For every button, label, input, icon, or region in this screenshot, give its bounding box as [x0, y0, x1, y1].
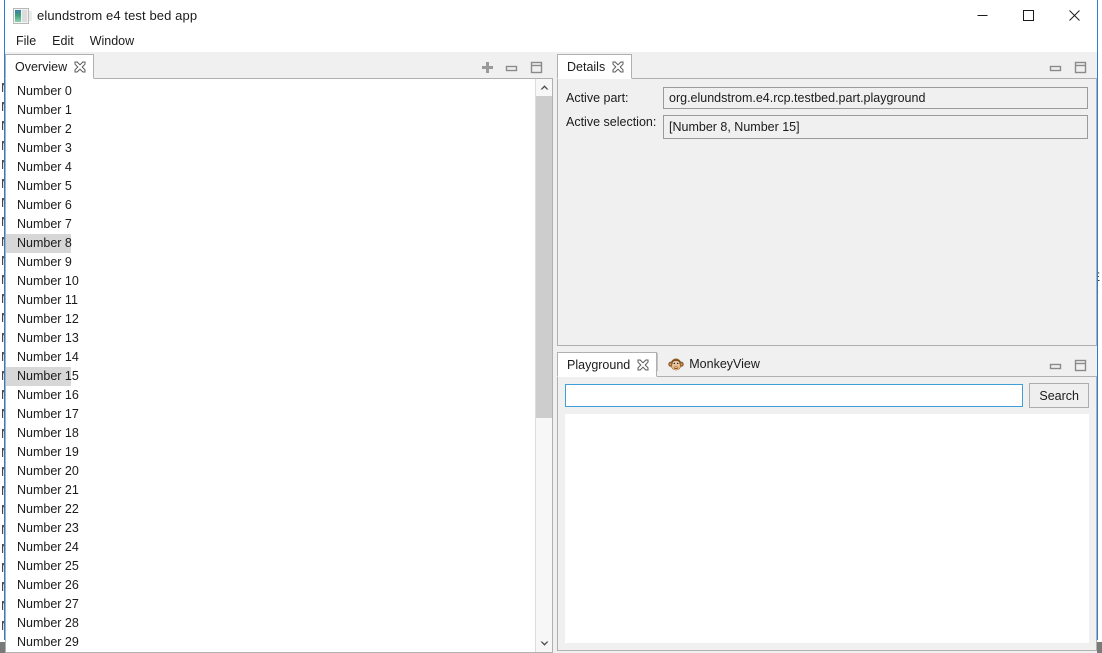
list-item[interactable]: Number 25: [6, 557, 535, 576]
tab-overview[interactable]: Overview: [5, 54, 94, 79]
list-item[interactable]: Number 11: [6, 291, 535, 310]
list-item[interactable]: Number 23: [6, 519, 535, 538]
list-item[interactable]: Number 6: [6, 196, 535, 215]
minimize-view-icon[interactable]: [1049, 62, 1062, 73]
menu-item-file[interactable]: File: [14, 32, 47, 51]
maximize-view-icon[interactable]: [1074, 359, 1087, 372]
details-part-stack: Details: [557, 52, 1097, 346]
active-selection-row: Active selection: [Number 8, Number 15]: [566, 115, 1088, 339]
minimize-view-icon[interactable]: [1049, 360, 1062, 371]
list-item[interactable]: Number 12: [6, 310, 535, 329]
overview-part-stack: Overview: [5, 52, 553, 653]
search-row: Search: [565, 383, 1089, 408]
maximize-view-icon[interactable]: [1074, 61, 1087, 74]
playground-tab-row: Playground: [557, 350, 1097, 377]
window-title: elundstrom e4 test bed app: [37, 8, 197, 23]
tab-monkeyview[interactable]: MonkeyView: [658, 351, 768, 376]
menu-item-edit[interactable]: Edit: [47, 32, 85, 51]
list-item[interactable]: Number 28: [6, 614, 535, 633]
scroll-up-icon: [540, 84, 549, 91]
overview-list[interactable]: Number 0Number 1Number 2Number 3Number 4…: [6, 79, 535, 652]
active-selection-label: Active selection:: [566, 115, 663, 129]
maximize-button[interactable]: [1005, 0, 1051, 31]
application-window-icon: [13, 8, 29, 24]
active-part-label: Active part:: [566, 87, 663, 105]
list-item[interactable]: Number 7: [6, 215, 535, 234]
application-window: elundstrom e4 test bed app File: [4, 0, 1098, 640]
list-item[interactable]: Number 0: [6, 82, 535, 101]
list-item[interactable]: Number 24: [6, 538, 535, 557]
list-item[interactable]: Number 8: [6, 234, 71, 253]
maximize-view-icon[interactable]: [530, 61, 543, 74]
scroll-down-icon: [540, 640, 549, 647]
tab-monkeyview-label: MonkeyView: [689, 357, 760, 371]
active-part-field[interactable]: [663, 87, 1088, 109]
list-item[interactable]: Number 21: [6, 481, 535, 500]
list-item[interactable]: Number 20: [6, 462, 535, 481]
right-column: Details: [557, 52, 1097, 653]
close-button[interactable]: [1051, 0, 1097, 31]
scroll-up-button[interactable]: [536, 79, 552, 96]
playground-part-stack: Playground: [557, 350, 1097, 651]
overview-tab-row: Overview: [5, 52, 553, 79]
list-item[interactable]: Number 29: [6, 633, 535, 652]
active-part-row: Active part:: [566, 87, 1088, 109]
list-item[interactable]: Number 13: [6, 329, 535, 348]
scroll-track[interactable]: [536, 96, 552, 635]
menu-item-window[interactable]: Window: [85, 32, 145, 51]
overview-view-toolbar: [482, 61, 553, 78]
list-item[interactable]: Number 19: [6, 443, 535, 462]
details-part-body: Active part: Active selection: [Number 8…: [557, 79, 1097, 346]
list-item[interactable]: Number 1: [6, 101, 535, 120]
playground-view-toolbar: [1049, 359, 1097, 376]
list-item[interactable]: Number 27: [6, 595, 535, 614]
details-tab-row: Details: [557, 52, 1097, 79]
list-item[interactable]: Number 16: [6, 386, 535, 405]
playground-canvas[interactable]: [565, 414, 1089, 643]
maximize-icon: [1023, 10, 1034, 21]
list-item[interactable]: Number 5: [6, 177, 535, 196]
list-item[interactable]: Number 9: [6, 253, 535, 272]
title-bar: elundstrom e4 test bed app: [5, 0, 1097, 31]
list-item[interactable]: Number 15: [6, 367, 71, 386]
monkey-icon: [668, 357, 684, 372]
pin-icon[interactable]: [482, 62, 493, 73]
tab-details-label: Details: [567, 60, 605, 74]
scroll-thumb[interactable]: [536, 96, 552, 418]
details-view-toolbar: [1049, 61, 1097, 78]
menu-bar: File Edit Window: [5, 31, 1097, 52]
overview-part-body: Number 0Number 1Number 2Number 3Number 4…: [5, 79, 553, 653]
tab-details[interactable]: Details: [557, 54, 632, 79]
close-icon: [1069, 10, 1080, 21]
active-selection-field[interactable]: [Number 8, Number 15]: [663, 115, 1088, 139]
tab-playground-label: Playground: [567, 358, 630, 372]
list-item[interactable]: Number 10: [6, 272, 535, 291]
overview-scrollbar[interactable]: [535, 79, 552, 652]
close-icon[interactable]: [74, 61, 86, 73]
minimize-view-icon[interactable]: [505, 62, 518, 73]
list-item[interactable]: Number 2: [6, 120, 535, 139]
close-icon[interactable]: [612, 61, 624, 73]
window-controls: [959, 0, 1097, 31]
list-item[interactable]: Number 4: [6, 158, 535, 177]
list-item[interactable]: Number 3: [6, 139, 535, 158]
search-input[interactable]: [565, 384, 1023, 407]
minimize-icon: [977, 10, 988, 21]
playground-part-body: Search: [557, 377, 1097, 651]
list-item[interactable]: Number 17: [6, 405, 535, 424]
list-item[interactable]: Number 22: [6, 500, 535, 519]
close-icon[interactable]: [637, 359, 649, 371]
list-item[interactable]: Number 18: [6, 424, 535, 443]
search-button[interactable]: Search: [1029, 383, 1089, 408]
tab-overview-label: Overview: [15, 60, 67, 74]
tab-playground[interactable]: Playground: [557, 352, 657, 377]
scroll-down-button[interactable]: [536, 635, 552, 652]
workbench-area: Overview: [5, 52, 1097, 653]
list-item[interactable]: Number 14: [6, 348, 535, 367]
list-item[interactable]: Number 26: [6, 576, 535, 595]
minimize-button[interactable]: [959, 0, 1005, 31]
